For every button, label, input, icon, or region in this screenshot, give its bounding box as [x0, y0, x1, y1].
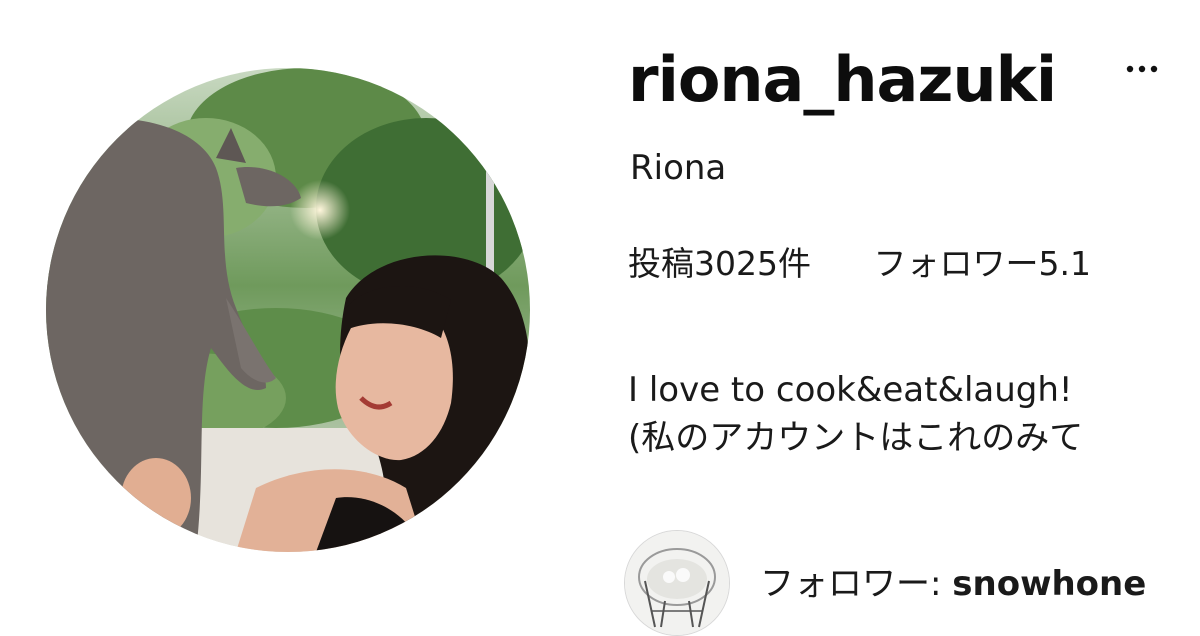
followed-by: フォロワー: snowhone — [760, 560, 1146, 608]
more-options-button[interactable] — [1122, 54, 1162, 84]
profile-stats: 投稿3025件 フォロワー5.1 — [628, 240, 1143, 288]
posts-count: 投稿3025件 — [628, 244, 811, 283]
profile-bio: I love to cook&eat&laugh! (私のアカウントはこれのみて — [628, 366, 1083, 462]
bio-line: (私のアカウントはこれのみて — [628, 418, 1084, 458]
followed-by-avatar[interactable] — [624, 530, 730, 636]
followed-by-user[interactable]: snowhone — [952, 564, 1146, 604]
full-name: Riona — [630, 148, 727, 188]
followers-count[interactable]: フォロワー5.1 — [873, 240, 1090, 288]
profile-avatar[interactable] — [46, 68, 530, 552]
ellipsis-icon — [1126, 65, 1158, 73]
chair-photo — [625, 531, 729, 635]
profile-photo — [46, 68, 530, 552]
followed-by-label: フォロワー: — [760, 564, 953, 604]
bio-line: I love to cook&eat&laugh! — [628, 370, 1073, 410]
username: riona_hazuki — [628, 43, 1057, 116]
profile-header: riona_hazuki Riona 投稿3025件 フォロワー5.1 I lo… — [0, 0, 1200, 636]
